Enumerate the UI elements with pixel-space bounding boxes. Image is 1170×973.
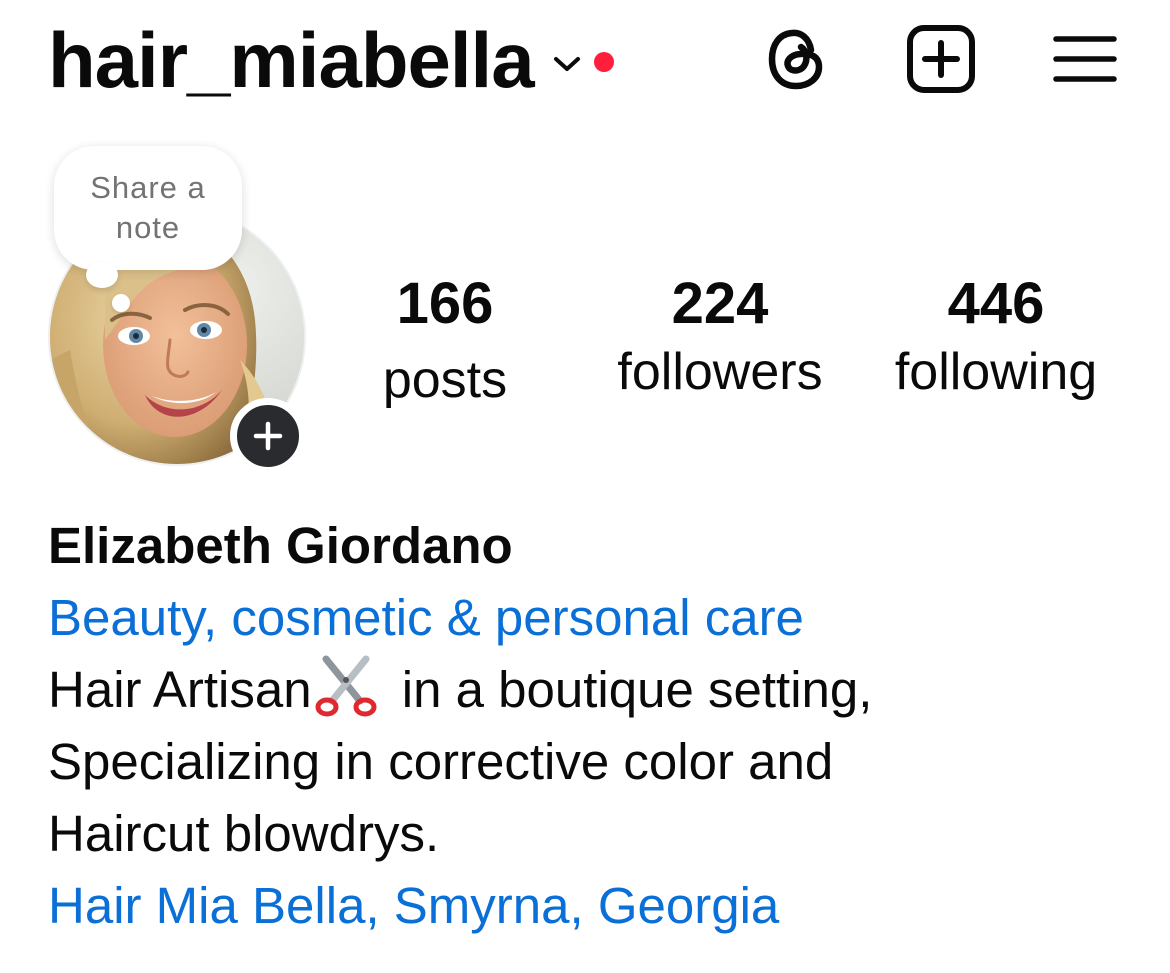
username: hair_miabella (48, 16, 535, 104)
menu-button[interactable] (1050, 24, 1120, 94)
account-switcher[interactable]: hair_miabella (48, 14, 614, 106)
note-placeholder-line1: Share a (90, 170, 206, 205)
followers-label: followers (617, 343, 823, 401)
chevron-down-icon (553, 57, 580, 71)
followers-count: 224 (671, 271, 769, 336)
stat-posts[interactable]: 166 posts (350, 268, 540, 412)
stat-followers[interactable]: 224 followers (590, 268, 850, 404)
posts-count: 166 (396, 271, 494, 336)
notification-dot (593, 52, 614, 72)
note-tail-dot (112, 294, 130, 312)
create-post-button[interactable] (906, 24, 976, 94)
share-note-button[interactable]: Share a note (54, 146, 242, 270)
plus-square-icon (907, 25, 975, 93)
stat-following[interactable]: 446 following (866, 268, 1126, 404)
note-placeholder-line2: note (115, 210, 181, 245)
note-tail-bubble (86, 262, 118, 288)
following-count: 446 (947, 271, 1045, 336)
bio-line-2: Specializing in corrective color and (48, 733, 834, 790)
hamburger-menu-icon (1053, 36, 1117, 82)
bio-line-1-text-a: Hair Artisan (48, 661, 312, 718)
scissors-emoji (315, 655, 377, 717)
bio-line-1-text-b: in a boutique setting, (387, 661, 873, 718)
following-label: following (894, 343, 1098, 401)
location-link[interactable]: Hair Mia Bella, Smyrna, Georgia (48, 870, 1138, 942)
threads-icon (768, 29, 823, 90)
posts-label: posts (382, 351, 508, 409)
profile-header: hair_miabella (0, 0, 1170, 120)
bio-line-3: Haircut blowdrys. (48, 805, 440, 862)
category-link[interactable]: Beauty, cosmetic & personal care (48, 582, 1138, 654)
bio-line-1: Hair Artisan in a boutique setting, (48, 654, 1138, 726)
add-story-button[interactable] (230, 398, 306, 474)
full-name: Elizabeth Giordano (48, 517, 513, 574)
profile-bio: Elizabeth Giordano Beauty, cosmetic & pe… (48, 510, 1138, 942)
plus-icon (253, 421, 283, 451)
threads-button[interactable] (762, 24, 832, 94)
